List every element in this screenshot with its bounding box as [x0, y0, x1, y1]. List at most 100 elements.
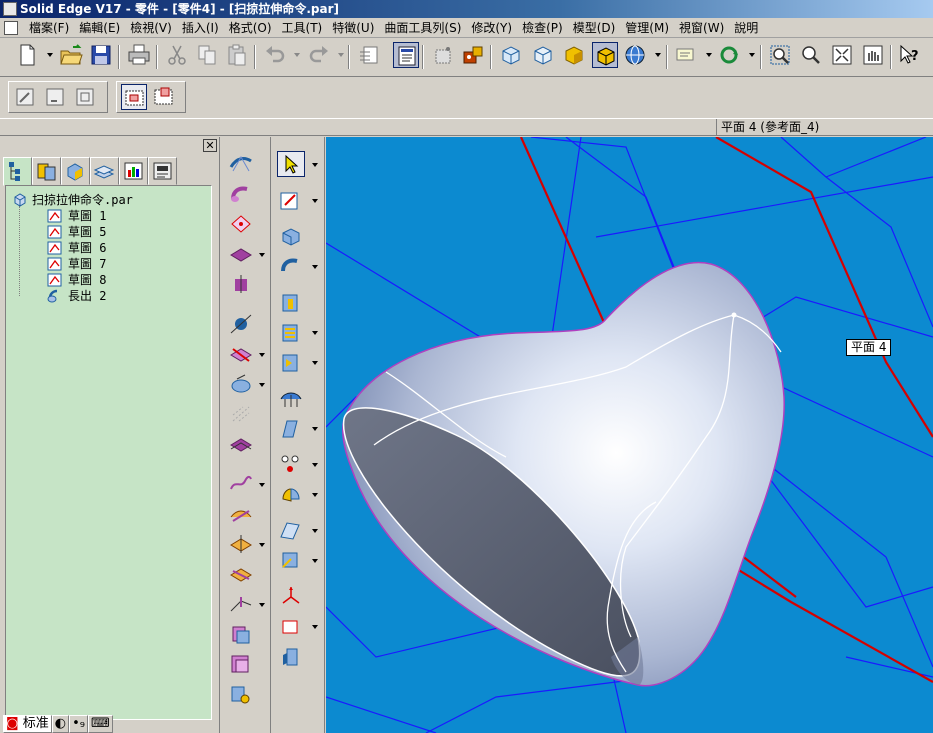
- extruded-surface-dropdown-icon[interactable]: [259, 253, 265, 257]
- shaded-cube-icon[interactable]: [561, 42, 587, 68]
- open-folder-button[interactable]: [58, 42, 84, 68]
- sketch-tool-dropdown-icon[interactable]: [312, 199, 318, 203]
- menu-view[interactable]: 檢視(V): [125, 19, 177, 36]
- undo-icon[interactable]: [262, 42, 288, 68]
- tab-standard[interactable]: ◙ 标准: [3, 715, 52, 733]
- sketch-plane-icon[interactable]: [43, 84, 69, 110]
- print-button[interactable]: [126, 42, 152, 68]
- select-dropdown-icon[interactable]: [312, 163, 318, 167]
- tree-item[interactable]: 草圖 1: [46, 207, 106, 224]
- split-curve-icon[interactable]: [227, 591, 255, 617]
- tab-feature-pathfinder[interactable]: [3, 157, 32, 186]
- graphics-viewport[interactable]: 平面 4: [326, 137, 933, 733]
- keypoint-dropdown-icon[interactable]: [259, 483, 265, 487]
- sketch-region-icon[interactable]: [277, 613, 305, 639]
- extruded-surface-icon[interactable]: [227, 241, 255, 267]
- thin-wall-icon[interactable]: [277, 385, 305, 411]
- redo-dropdown-icon[interactable]: [338, 53, 344, 57]
- new-file-dropdown-icon[interactable]: [47, 53, 53, 57]
- tree-item[interactable]: 長出 2: [46, 287, 106, 304]
- project-dropdown-icon[interactable]: [259, 383, 265, 387]
- tree-root[interactable]: 扫掠拉伸命令.par: [12, 191, 133, 208]
- menu-insert[interactable]: 插入(I): [177, 19, 224, 36]
- draft-icon[interactable]: [277, 415, 305, 441]
- part-copy-link-icon[interactable]: [227, 681, 255, 707]
- coordinate-system-icon[interactable]: [277, 547, 305, 573]
- revolved-protrusion-icon[interactable]: [277, 253, 305, 279]
- copy-icon[interactable]: [194, 42, 220, 68]
- tree-item[interactable]: 草圖 5: [46, 223, 106, 240]
- undo-dropdown-icon[interactable]: [294, 53, 300, 57]
- trim-surface-icon[interactable]: [227, 531, 255, 557]
- tree-item[interactable]: 草圖 6: [46, 239, 106, 256]
- tab-dots-icon[interactable]: •₉: [69, 715, 89, 733]
- extend-surface-icon[interactable]: [227, 561, 255, 587]
- plane-dropdown-icon[interactable]: [312, 529, 318, 533]
- keypoint[interactable]: [731, 312, 737, 318]
- menu-window[interactable]: 視窗(W): [674, 19, 729, 36]
- render-dropdown-icon[interactable]: [655, 53, 661, 57]
- revolved-dropdown-icon[interactable]: [312, 265, 318, 269]
- properties-icon[interactable]: [356, 42, 382, 68]
- paste-icon[interactable]: [224, 42, 250, 68]
- intersection-dropdown-icon[interactable]: [259, 353, 265, 357]
- menu-features[interactable]: 特徵(U): [327, 19, 379, 36]
- coordinate-dropdown-icon[interactable]: [312, 559, 318, 563]
- layer-icon[interactable]: [673, 42, 699, 68]
- hole-dropdown-icon[interactable]: [312, 331, 318, 335]
- offset-surface-icon[interactable]: [227, 431, 255, 457]
- rotate-dropdown-icon[interactable]: [749, 53, 755, 57]
- menu-surface-toolbar[interactable]: 曲面工具列(S): [379, 19, 466, 36]
- tree-item[interactable]: 草圖 7: [46, 255, 106, 272]
- project-curve-icon[interactable]: [227, 371, 255, 397]
- zoom-icon[interactable]: [798, 42, 824, 68]
- bluesurf-icon[interactable]: [227, 151, 255, 177]
- tab-sketches[interactable]: [148, 157, 177, 185]
- round-dropdown-icon[interactable]: [312, 361, 318, 365]
- redo-icon[interactable]: [306, 42, 332, 68]
- close-pane-button[interactable]: ✕: [203, 139, 217, 152]
- menu-format[interactable]: 格式(O): [224, 19, 277, 36]
- plane-icon[interactable]: [277, 517, 305, 543]
- menu-model[interactable]: 模型(D): [568, 19, 621, 36]
- sketch-tool-icon[interactable]: [277, 187, 305, 213]
- select-arrow-button[interactable]: [277, 151, 305, 177]
- rotate-view-icon[interactable]: [716, 42, 742, 68]
- cutout-icon[interactable]: [277, 289, 305, 315]
- mirror-dropdown-icon[interactable]: [312, 493, 318, 497]
- tab-moon-icon[interactable]: ◐: [51, 715, 70, 733]
- hole-icon[interactable]: [277, 319, 305, 345]
- mirror-icon[interactable]: [277, 481, 305, 507]
- tab-family-of-parts[interactable]: [61, 157, 90, 185]
- menu-file[interactable]: 檔案(F): [24, 19, 74, 36]
- normal-protrusion-icon[interactable]: [277, 643, 305, 669]
- menu-help[interactable]: 說明: [729, 19, 763, 36]
- view-top-cube-icon[interactable]: [498, 42, 524, 68]
- menu-inspect[interactable]: 檢查(P): [517, 19, 568, 36]
- tree-item[interactable]: 草圖 8: [46, 271, 106, 288]
- cut-icon[interactable]: [164, 42, 190, 68]
- paint-icon[interactable]: [460, 42, 486, 68]
- bounded-surface-icon[interactable]: [227, 211, 255, 237]
- document-icon[interactable]: [4, 20, 18, 35]
- fit-view-icon[interactable]: [829, 42, 855, 68]
- round-icon[interactable]: [277, 349, 305, 375]
- protrusion-icon[interactable]: [277, 223, 305, 249]
- menu-manage[interactable]: 管理(M): [620, 19, 674, 36]
- sketch-edit-icon[interactable]: [13, 84, 39, 110]
- view-iso-cube-icon[interactable]: [530, 42, 556, 68]
- layer-dropdown-icon[interactable]: [706, 53, 712, 57]
- shaded-edges-cube-button[interactable]: [592, 42, 618, 68]
- draft-dropdown-icon[interactable]: [312, 427, 318, 431]
- pattern-dropdown-icon[interactable]: [312, 463, 318, 467]
- tab-keyboard-icon[interactable]: ⌨: [88, 715, 113, 733]
- zoom-area-icon[interactable]: [767, 42, 793, 68]
- intersection-curve-icon[interactable]: [227, 341, 255, 367]
- edgebar-toggle-button[interactable]: [393, 42, 419, 68]
- sketch-region-dropdown-icon[interactable]: [312, 625, 318, 629]
- select-box-icon[interactable]: [151, 84, 177, 110]
- tab-feature-library[interactable]: [32, 157, 61, 185]
- help-pointer-icon[interactable]: ?: [896, 42, 922, 68]
- globe-icon[interactable]: [622, 42, 648, 68]
- new-file-button[interactable]: [14, 42, 40, 68]
